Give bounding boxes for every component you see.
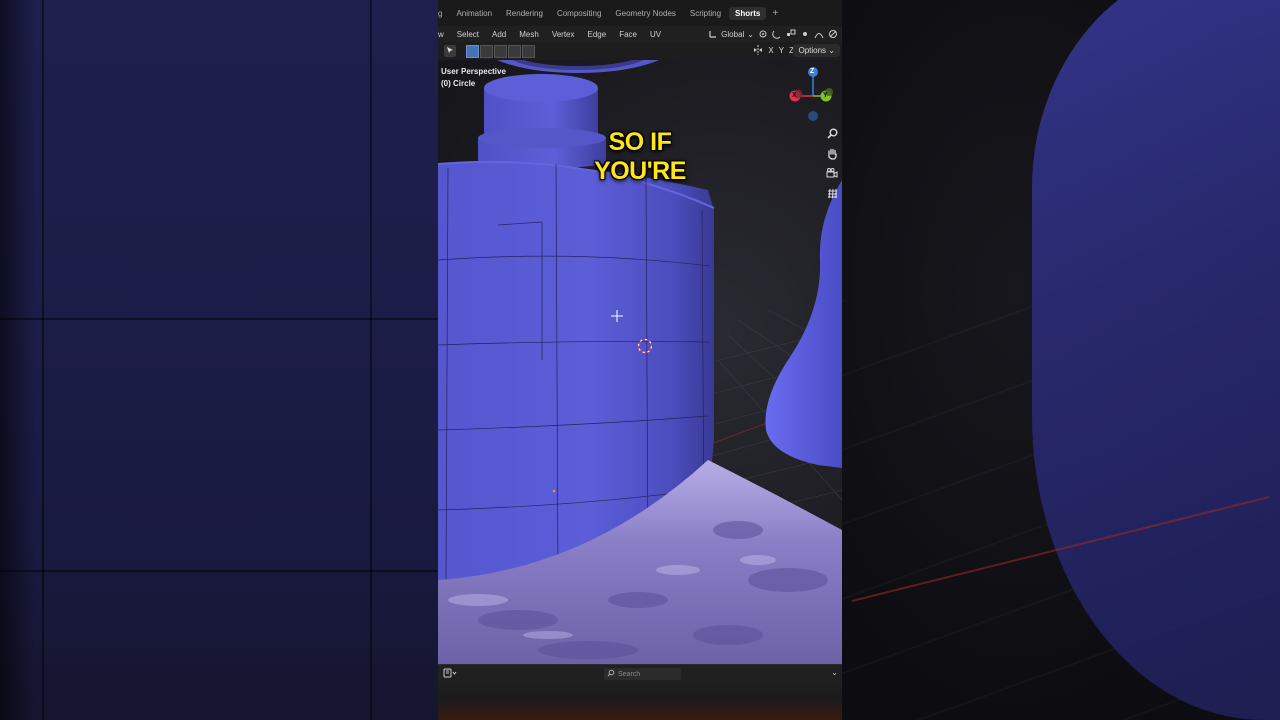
menu-mesh[interactable]: Mesh <box>519 30 545 39</box>
menu-face[interactable]: Face <box>619 30 643 39</box>
tab-scripting[interactable]: Scripting <box>684 7 727 20</box>
caption-subtitle: SO IF YOU'RE <box>594 128 686 185</box>
orientation-icon <box>708 29 718 39</box>
workspace-tabs: g Animation Rendering Compositing Geomet… <box>438 0 842 26</box>
add-workspace-button[interactable]: + <box>768 8 782 19</box>
transform-orientation-dropdown[interactable]: Global ⌄ <box>708 29 754 39</box>
bottom-editor-header: Search ⌄ <box>438 664 842 685</box>
chevron-down-icon[interactable]: ⌄ <box>831 668 838 677</box>
chevron-down-icon: ⌄ <box>747 29 754 39</box>
hand-pan-icon[interactable] <box>824 148 840 164</box>
active-object-label: (0) Circle <box>441 79 476 88</box>
header-right-tools: Global ⌄ <box>708 29 842 39</box>
menu-uv[interactable]: UV <box>650 30 667 39</box>
backdrop-wire <box>0 570 438 572</box>
backdrop-wire <box>0 318 438 320</box>
zoom-icon[interactable] <box>824 128 840 144</box>
tab-animation[interactable]: Animation <box>450 7 498 20</box>
mode-intersect-selection-button[interactable] <box>522 44 535 58</box>
gizmo-z-label[interactable]: Z <box>810 68 814 75</box>
mirror-y-toggle[interactable]: Y <box>779 46 784 55</box>
tab-rendering[interactable]: Rendering <box>500 7 549 20</box>
blender-window: g Animation Rendering Compositing Geomet… <box>438 0 842 720</box>
backdrop-wire <box>42 0 44 720</box>
options-label: Options <box>798 46 827 55</box>
transform-orientation-label: Global <box>721 29 745 39</box>
grid-ortho-icon[interactable] <box>824 188 840 204</box>
falloff-icon[interactable] <box>814 29 824 39</box>
mode-subtract-selection-button[interactable] <box>494 44 507 58</box>
tab-shorts[interactable]: Shorts <box>729 6 767 20</box>
mode-invert-selection-button[interactable] <box>508 44 521 58</box>
snap-target-icon[interactable] <box>786 29 796 39</box>
menu-select[interactable]: Select <box>457 30 485 39</box>
search-placeholder: Search <box>618 670 641 678</box>
mirror-icon <box>753 45 763 55</box>
viewport-navigation <box>824 128 840 204</box>
menu-edge[interactable]: Edge <box>588 30 613 39</box>
mirror-axes: X Y Z <box>753 45 794 55</box>
menu-vertex[interactable]: Vertex <box>552 30 581 39</box>
select-tool-icon[interactable] <box>444 45 456 57</box>
editor-type-icon[interactable] <box>443 668 457 680</box>
backdrop-wire <box>370 0 372 720</box>
mode-extend-selection-button[interactable] <box>480 44 493 58</box>
tab-geometry-nodes[interactable]: Geometry Nodes <box>609 7 681 20</box>
backdrop-right <box>842 0 1280 720</box>
view-name-label: User Perspective <box>441 67 506 76</box>
backdrop-left <box>0 0 438 720</box>
viewport-info: User Perspective (0) Circle <box>441 66 506 90</box>
search-icon <box>607 669 615 679</box>
overlay-icon[interactable] <box>828 29 838 39</box>
menu-add[interactable]: Add <box>492 30 512 39</box>
gizmo-y-label[interactable]: Y <box>823 92 828 99</box>
options-dropdown[interactable]: Options ⌄ <box>793 44 840 57</box>
menu-view[interactable]: w <box>438 30 450 39</box>
camera-icon[interactable] <box>824 168 840 184</box>
snap-icon[interactable] <box>772 29 782 39</box>
tab-layout-partial[interactable]: g <box>438 7 448 20</box>
lower-editor-area <box>438 685 842 720</box>
mirror-x-toggle[interactable]: X <box>768 46 773 55</box>
proportional-edit-icon[interactable] <box>800 29 810 39</box>
search-field[interactable]: Search <box>604 668 681 680</box>
3d-viewport[interactable]: User Perspective (0) Circle Z Y X SO IF … <box>438 60 842 664</box>
tab-compositing[interactable]: Compositing <box>551 7 607 20</box>
tool-settings-row: X Y Z Options ⌄ <box>438 42 842 60</box>
pivot-icon[interactable] <box>758 29 768 39</box>
editor-menubar: w Select Add Mesh Vertex Edge Face UV Gl… <box>438 26 842 42</box>
mode-new-selection-button[interactable] <box>466 44 479 58</box>
gizmo-x-label[interactable]: X <box>792 92 797 99</box>
